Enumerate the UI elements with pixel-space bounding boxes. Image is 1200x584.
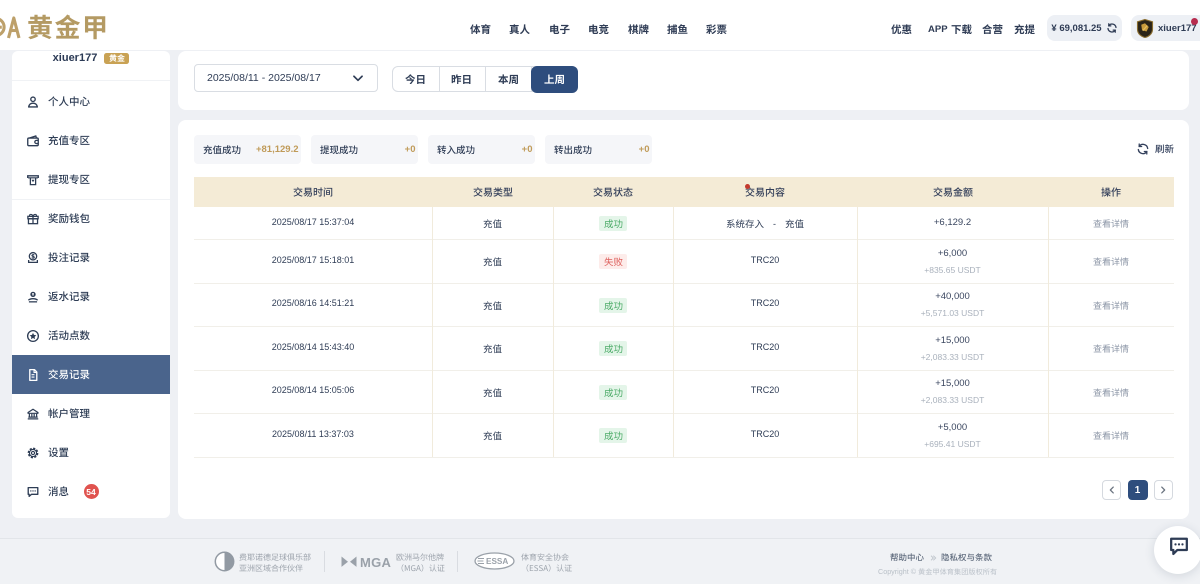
svg-text:ESSA: ESSA	[486, 557, 508, 566]
